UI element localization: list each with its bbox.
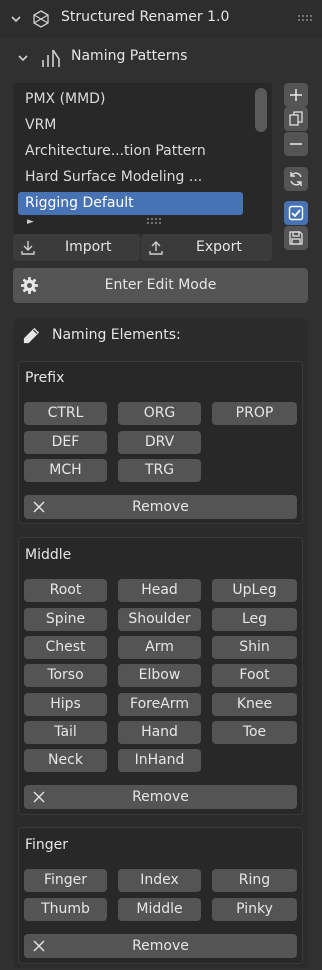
tag-button[interactable]: Tail	[24, 721, 107, 744]
remove-label: Remove	[132, 789, 189, 805]
middle-title: Middle	[25, 547, 72, 563]
save-icon	[289, 231, 303, 245]
remove-prefix-button[interactable]: Remove	[24, 495, 297, 519]
tag-button[interactable]: Hand	[118, 721, 201, 744]
tag-button[interactable]: ForeArm	[118, 693, 201, 716]
enable-toggle-checkbox[interactable]	[284, 201, 308, 225]
tag-button[interactable]: Head	[118, 579, 201, 602]
list-item[interactable]: Hard Surface Modeling ...	[18, 166, 243, 189]
remove-pattern-button[interactable]	[284, 132, 308, 156]
checkbox-icon	[288, 205, 304, 221]
tag-button[interactable]: Chest	[24, 636, 107, 659]
tag-button[interactable]: Neck	[24, 749, 107, 772]
tag-button[interactable]: Shin	[212, 636, 297, 659]
tag-button[interactable]: Toe	[212, 721, 297, 744]
tag-button[interactable]: Thumb	[24, 898, 107, 921]
tag-button[interactable]: CTRL	[24, 402, 107, 425]
resize-grip-icon[interactable]	[146, 217, 162, 225]
tag-button[interactable]: TRG	[118, 459, 201, 482]
tag-button[interactable]: Hips	[24, 693, 107, 716]
tag-button[interactable]: Foot	[212, 664, 297, 687]
tag-button[interactable]: MCH	[24, 459, 107, 482]
tag-button[interactable]: ORG	[118, 402, 201, 425]
tag-button[interactable]: Torso	[24, 664, 107, 687]
tag-button[interactable]: DRV	[118, 431, 201, 454]
chevron-down-icon[interactable]	[10, 13, 22, 25]
tag-button[interactable]: PROP	[212, 402, 297, 425]
remove-finger-button[interactable]: Remove	[24, 934, 297, 958]
save-button[interactable]	[284, 226, 308, 250]
drag-grip-icon[interactable]	[297, 14, 313, 22]
close-icon	[33, 940, 45, 952]
naming-elements-title: Naming Elements:	[52, 327, 181, 343]
prefix-title: Prefix	[25, 370, 65, 386]
list-item[interactable]: PMX (MMD)	[18, 88, 243, 111]
tag-button[interactable]: Arm	[118, 636, 201, 659]
chevron-down-icon[interactable]	[17, 52, 29, 64]
refresh-icon	[290, 172, 302, 186]
enter-edit-mode-label: Enter Edit Mode	[104, 277, 217, 293]
tag-button[interactable]: Pinky	[212, 898, 297, 921]
export-icon	[149, 241, 163, 255]
addon-cube-icon	[33, 10, 49, 28]
copy-icon	[289, 111, 303, 126]
add-pattern-button[interactable]	[284, 83, 308, 107]
remove-label: Remove	[132, 938, 189, 954]
tag-button[interactable]: Knee	[212, 693, 297, 716]
list-item[interactable]: VRM	[18, 114, 243, 137]
duplicate-pattern-button[interactable]	[284, 107, 308, 131]
close-icon	[33, 791, 45, 803]
tag-button[interactable]: DEF	[24, 431, 107, 454]
remove-label: Remove	[132, 499, 189, 515]
list-scrollbar[interactable]	[255, 88, 267, 132]
gear-icon	[20, 276, 39, 295]
tag-button[interactable]: Leg	[212, 608, 297, 631]
minus-icon	[290, 143, 302, 145]
plus-icon	[290, 89, 302, 101]
tag-button[interactable]: Index	[118, 869, 201, 892]
naming-patterns-title: Naming Patterns	[71, 48, 188, 64]
refresh-button[interactable]	[284, 167, 308, 191]
bars-pattern-icon	[42, 49, 60, 67]
import-label: Import	[65, 239, 112, 255]
export-label: Export	[196, 239, 242, 255]
pencil-icon	[23, 327, 40, 344]
tag-button[interactable]: Ring	[212, 869, 297, 892]
list-item-selected[interactable]: Rigging Default	[18, 192, 243, 215]
tag-button[interactable]: Middle	[118, 898, 201, 921]
panel-title: Structured Renamer 1.0	[61, 9, 230, 25]
export-button[interactable]: Export	[141, 234, 272, 261]
enter-edit-mode-button[interactable]: Enter Edit Mode	[13, 268, 308, 303]
tag-button[interactable]: Shoulder	[118, 608, 201, 631]
finger-title: Finger	[25, 837, 69, 853]
tag-button[interactable]: Finger	[24, 869, 107, 892]
tag-button[interactable]: UpLeg	[212, 579, 297, 602]
import-icon	[21, 241, 35, 255]
tag-button[interactable]: InHand	[118, 749, 201, 772]
tag-button[interactable]: Elbow	[118, 664, 201, 687]
tag-button[interactable]: Root	[24, 579, 107, 602]
list-item[interactable]: Architecture...tion Pattern	[18, 140, 243, 163]
tag-button[interactable]: Spine	[24, 608, 107, 631]
remove-middle-button[interactable]: Remove	[24, 785, 297, 809]
close-icon	[33, 501, 45, 513]
import-button[interactable]: Import	[13, 234, 140, 261]
expand-arrow-icon[interactable]: ►	[27, 217, 34, 227]
